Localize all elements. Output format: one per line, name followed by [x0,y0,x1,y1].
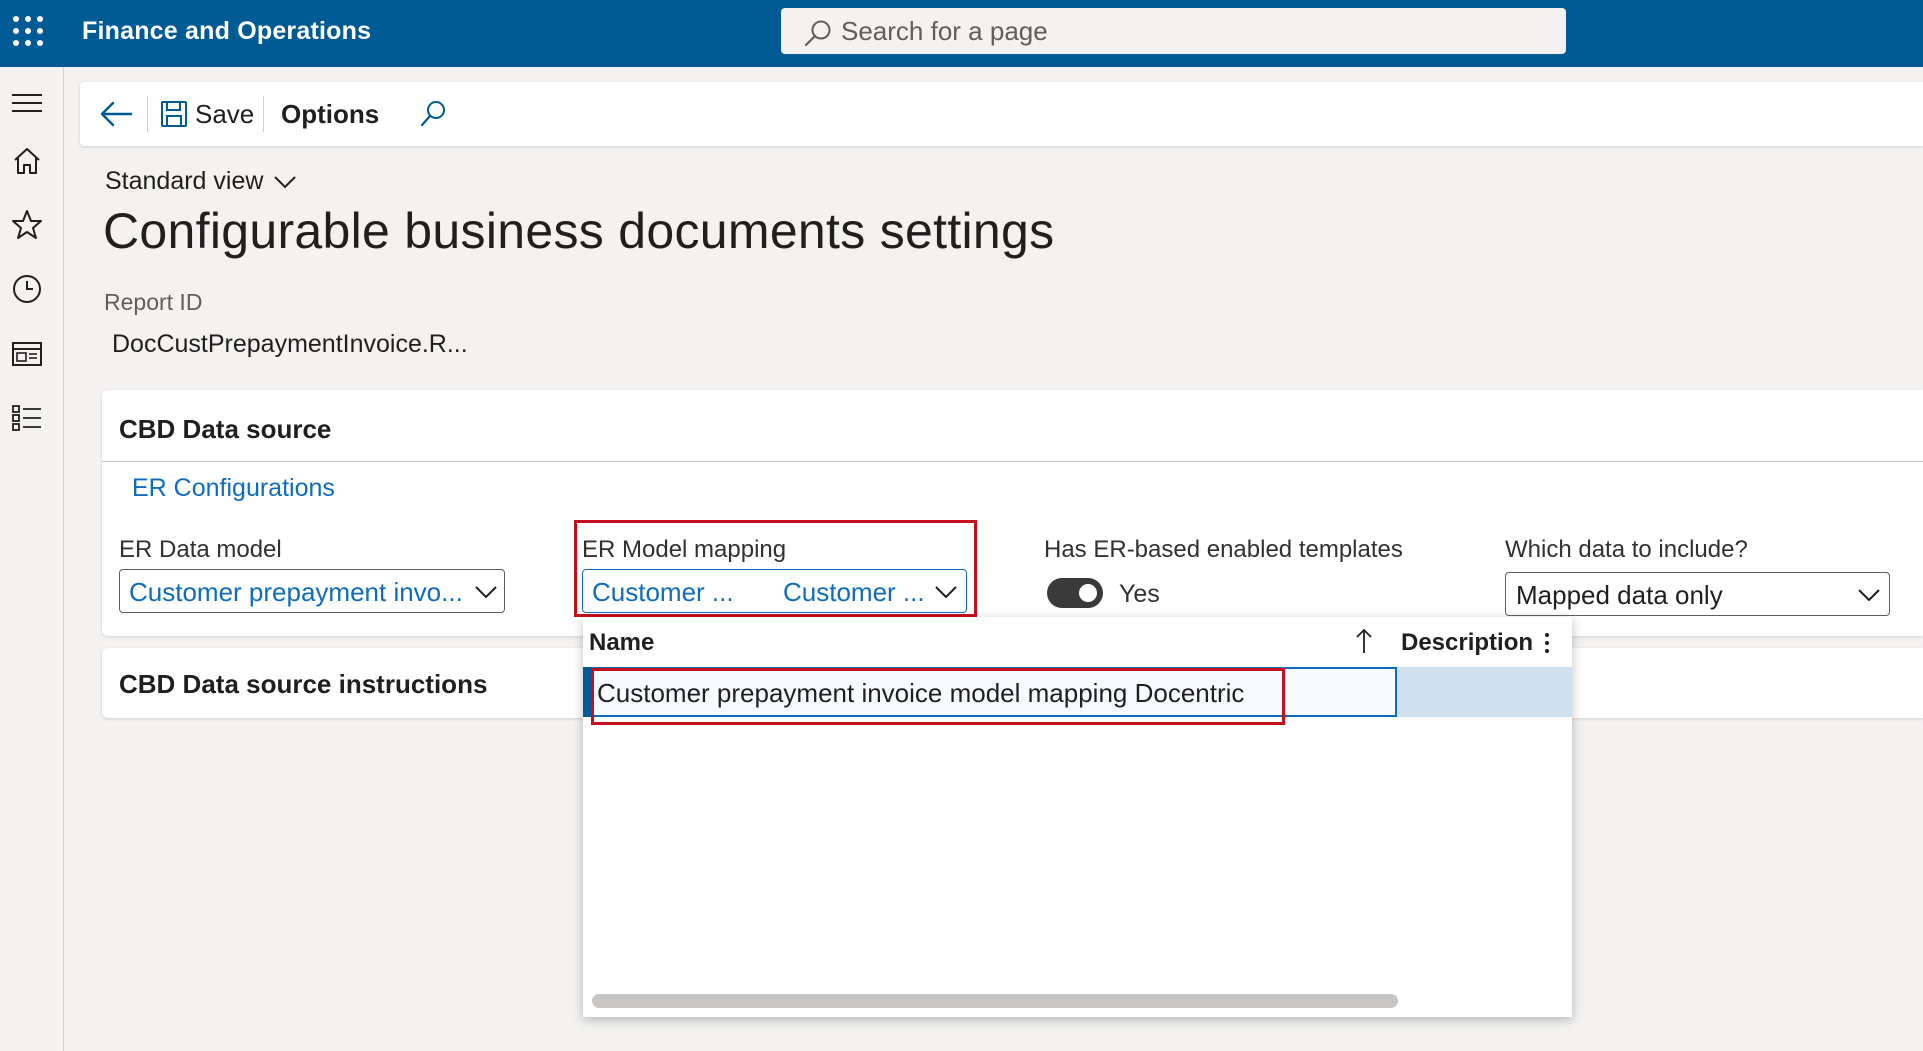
options-label: Options [281,98,380,129]
search-box[interactable] [781,8,1566,54]
workspace-icon[interactable] [10,337,44,371]
er-data-model-label: ER Data model [119,536,282,563]
report-id-value: DocCustPrepaymentInvoice.R... [112,330,468,358]
list-icon[interactable] [10,401,44,435]
action-pane: Save Options [80,82,1923,146]
chevron-down-icon [475,586,497,599]
er-data-model-value: Customer prepayment invo... [129,577,463,607]
highlight-er-model-mapping [574,520,977,617]
include-value: Mapped data only [1516,580,1723,610]
include-label: Which data to include? [1505,536,1748,563]
lookup-header: Name Description [583,617,1572,667]
search-input[interactable] [841,8,1541,54]
view-selector[interactable]: Standard view [105,167,299,196]
templates-value: Yes [1119,580,1160,608]
search-icon [420,101,445,127]
back-arrow-icon [100,101,133,127]
templates-toggle[interactable] [1047,578,1103,608]
cbd-data-source-header[interactable]: CBD Data source [119,414,331,445]
chevron-down-icon [274,175,297,188]
separator [147,96,148,132]
app-launcher-icon[interactable] [11,14,43,46]
templates-label: Has ER-based enabled templates [1044,536,1403,563]
view-label: Standard view [105,167,264,195]
column-name-header[interactable]: Name [589,629,654,657]
chevron-down-icon [1858,589,1880,602]
er-configurations-link[interactable]: ER Configurations [132,474,335,503]
save-button[interactable]: Save [159,82,254,146]
find-button[interactable] [417,82,449,146]
top-bar: Finance and Operations [0,0,1923,67]
page-title: Configurable business documents settings [103,203,1055,259]
save-label: Save [195,98,255,129]
er-data-model-combo[interactable]: Customer prepayment invo... [119,569,505,613]
sort-ascending-icon[interactable] [1354,627,1374,655]
search-icon [804,20,831,47]
star-icon[interactable] [10,208,44,242]
row-selection-marker [583,667,591,717]
clock-icon[interactable] [10,272,44,306]
back-button[interactable] [98,82,134,146]
report-id-label: Report ID [104,289,203,315]
cbd-data-source-tab: CBD Data source ER Configurations ER Dat… [102,390,1923,636]
hamburger-icon[interactable] [10,86,44,120]
home-icon[interactable] [10,144,44,178]
cbd-data-source-instructions-header[interactable]: CBD Data source instructions [119,669,487,700]
options-button[interactable]: Options [281,82,379,146]
include-select[interactable]: Mapped data only [1505,572,1890,616]
divider [102,461,1923,462]
left-nav [0,67,64,1051]
separator [263,96,264,132]
column-description-header[interactable]: Description [1401,629,1533,657]
horizontal-scrollbar[interactable] [592,994,1398,1008]
more-options-icon[interactable] [1543,631,1551,655]
save-icon [161,101,187,127]
app-title[interactable]: Finance and Operations [82,17,371,46]
highlight-lookup-row [591,668,1285,725]
